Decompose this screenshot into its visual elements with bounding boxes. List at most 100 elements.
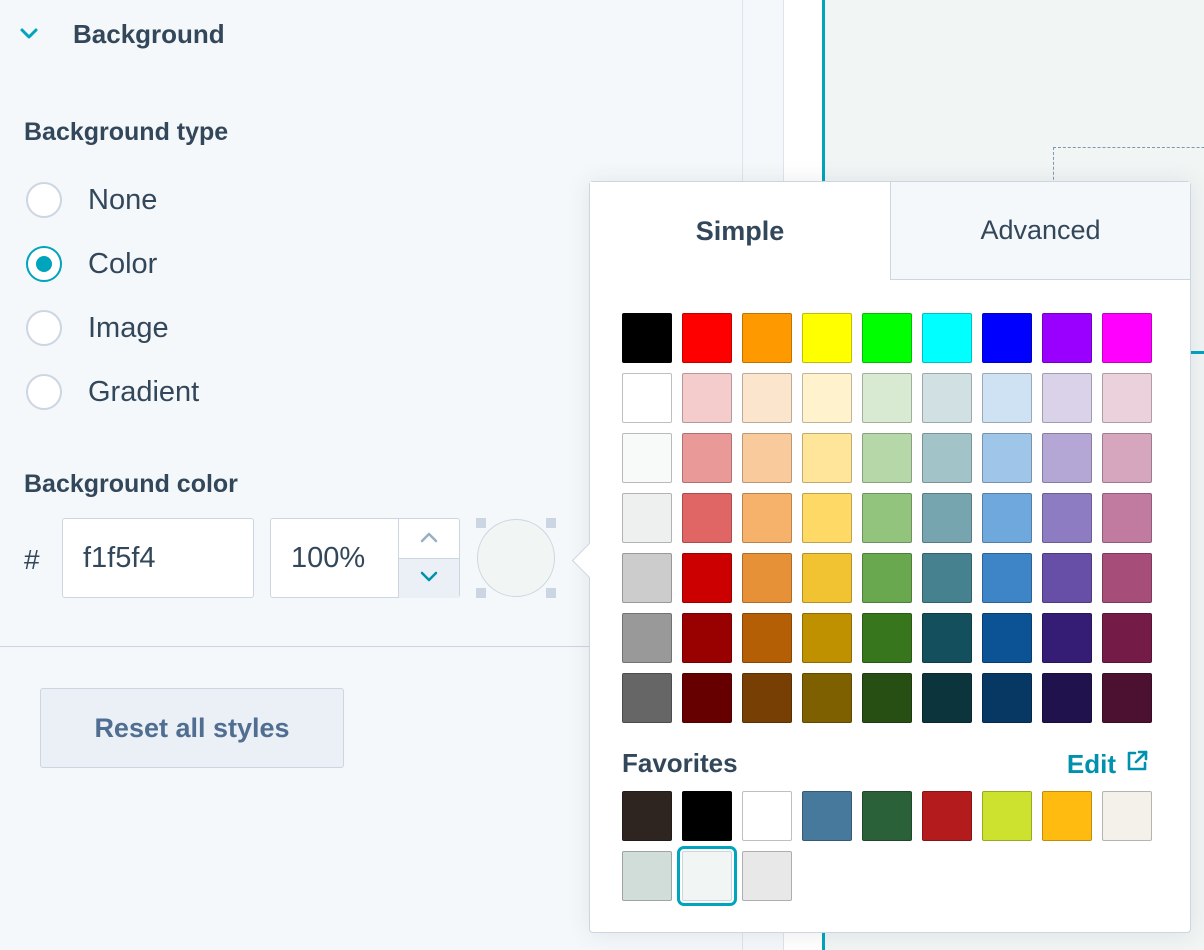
palette-swatch[interactable] [922,313,972,363]
palette-swatch[interactable] [1042,673,1092,723]
radio-circle[interactable] [26,374,62,410]
favorite-swatch[interactable] [802,791,852,841]
palette-swatch[interactable] [682,553,732,603]
radio-color[interactable]: Color [26,244,157,284]
radio-image[interactable]: Image [26,308,169,348]
palette-swatch[interactable] [742,373,792,423]
tab-simple[interactable]: Simple [590,182,890,280]
reset-all-styles-button[interactable]: Reset all styles [40,688,344,768]
palette-swatch[interactable] [742,313,792,363]
palette-swatch[interactable] [802,373,852,423]
palette-swatch[interactable] [802,673,852,723]
radio-circle-checked[interactable] [26,246,62,282]
palette-swatch[interactable] [1102,553,1152,603]
edit-label: Edit [1066,749,1116,779]
favorite-swatch[interactable] [862,791,912,841]
palette-swatch[interactable] [802,553,852,603]
palette-swatch[interactable] [1102,313,1152,363]
favorite-swatch[interactable] [682,791,732,841]
palette-swatch[interactable] [802,613,852,663]
palette-swatch[interactable] [862,493,912,543]
palette-swatch[interactable] [1102,433,1152,483]
palette-swatch[interactable] [682,673,732,723]
palette-swatch[interactable] [862,373,912,423]
favorite-swatch[interactable] [1102,791,1152,841]
palette-swatch[interactable] [1042,613,1092,663]
hex-value: f1f5f4 [83,541,156,574]
palette-swatch[interactable] [922,493,972,543]
palette-swatch[interactable] [1042,313,1092,363]
palette-swatch[interactable] [862,433,912,483]
palette-swatch[interactable] [1042,553,1092,603]
palette-swatch[interactable] [922,433,972,483]
palette-swatch[interactable] [742,433,792,483]
palette-swatch[interactable] [1102,673,1152,723]
favorite-swatch[interactable] [742,791,792,841]
palette-swatch[interactable] [982,553,1032,603]
radio-none[interactable]: None [26,180,157,220]
palette-swatch[interactable] [922,553,972,603]
opacity-stepper[interactable] [398,519,459,598]
palette-swatch[interactable] [622,373,672,423]
favorite-swatch[interactable] [742,851,792,901]
palette-swatch[interactable] [862,313,912,363]
palette-swatch[interactable] [802,493,852,543]
picker-tabs: Simple Advanced [590,182,1190,280]
palette-swatch[interactable] [622,313,672,363]
palette-swatch[interactable] [1102,373,1152,423]
palette-swatch[interactable] [862,613,912,663]
favorite-swatch[interactable] [622,851,672,901]
edit-favorites-link[interactable]: Edit [1067,748,1150,781]
palette-swatch[interactable] [622,493,672,543]
palette-swatch[interactable] [862,553,912,603]
palette-swatch[interactable] [1042,493,1092,543]
favorite-swatch[interactable] [922,791,972,841]
palette-swatch[interactable] [1102,493,1152,543]
palette-swatch[interactable] [1042,373,1092,423]
favorite-swatch[interactable] [677,846,737,906]
palette-swatch[interactable] [682,313,732,363]
palette-swatch[interactable] [982,373,1032,423]
palette-swatch[interactable] [922,613,972,663]
palette-swatch[interactable] [1042,433,1092,483]
favorite-swatch[interactable] [982,791,1032,841]
palette-swatch[interactable] [742,553,792,603]
palette-swatch[interactable] [922,673,972,723]
radio-circle[interactable] [26,310,62,346]
palette-swatch[interactable] [742,493,792,543]
palette-swatch[interactable] [742,673,792,723]
palette-swatch[interactable] [922,373,972,423]
stepper-up-button[interactable] [399,519,459,558]
color-preview-swatch[interactable] [477,519,555,597]
opacity-input[interactable]: 100% [270,518,460,598]
stepper-down-button[interactable] [399,558,459,598]
palette-swatch[interactable] [1102,613,1152,663]
palette-swatch[interactable] [682,433,732,483]
palette-swatch[interactable] [622,673,672,723]
hash-symbol: # [24,544,40,575]
palette-swatch[interactable] [982,313,1032,363]
hex-color-input[interactable]: f1f5f4 [62,518,254,598]
radio-circle[interactable] [26,182,62,218]
palette-swatch[interactable] [622,433,672,483]
palette-swatch[interactable] [982,433,1032,483]
color-preview-button[interactable] [476,518,556,598]
palette-swatch[interactable] [982,673,1032,723]
palette-swatch[interactable] [982,613,1032,663]
palette-swatch[interactable] [682,373,732,423]
favorite-swatch[interactable] [622,791,672,841]
palette-swatch[interactable] [682,493,732,543]
section-header-background[interactable]: Background [18,18,225,50]
palette-swatch[interactable] [802,313,852,363]
palette-swatch[interactable] [862,673,912,723]
palette-swatch[interactable] [742,613,792,663]
palette-swatch[interactable] [682,613,732,663]
tab-advanced[interactable]: Advanced [890,182,1190,280]
palette-swatch[interactable] [622,553,672,603]
palette-swatch[interactable] [982,493,1032,543]
favorite-swatch[interactable] [1042,791,1092,841]
radio-gradient[interactable]: Gradient [26,372,199,412]
chevron-down-icon[interactable] [18,23,40,45]
palette-swatch[interactable] [622,613,672,663]
palette-swatch[interactable] [802,433,852,483]
